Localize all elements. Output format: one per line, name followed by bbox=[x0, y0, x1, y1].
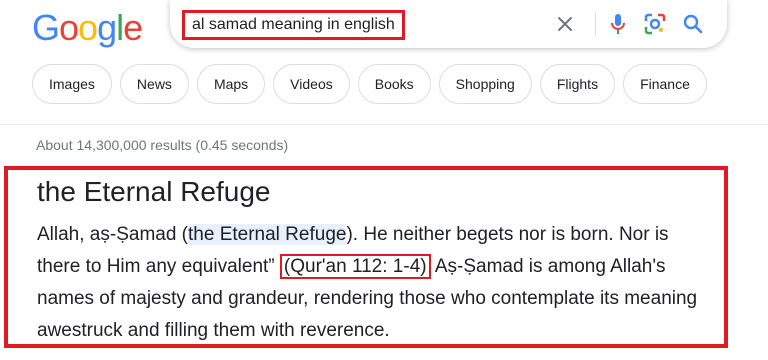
answer-text: Allah, aṣ-Ṣamad (the Eternal Refuge). He… bbox=[37, 219, 717, 347]
logo-letter: o bbox=[59, 7, 79, 48]
filter-books[interactable]: Books bbox=[357, 64, 431, 104]
google-logo[interactable]: Google bbox=[32, 7, 143, 48]
search-divider bbox=[595, 12, 596, 36]
filter-images[interactable]: Images bbox=[32, 64, 112, 104]
logo-letter: e bbox=[123, 7, 143, 48]
filter-maps[interactable]: Maps bbox=[196, 64, 266, 104]
search-box[interactable]: al samad meaning in english bbox=[170, 0, 727, 48]
filter-news[interactable]: News bbox=[119, 64, 189, 104]
result-stats: About 14,300,000 results (0.45 seconds) bbox=[36, 137, 289, 153]
filter-videos[interactable]: Videos bbox=[273, 64, 350, 104]
filter-finance[interactable]: Finance bbox=[623, 64, 707, 104]
filter-bar: Images News Maps Videos Books Shopping F… bbox=[32, 64, 707, 104]
filter-flights[interactable]: Flights bbox=[539, 64, 616, 104]
logo-letter: l bbox=[116, 7, 124, 48]
search-icon[interactable] bbox=[680, 11, 706, 37]
search-input[interactable]: al samad meaning in english bbox=[182, 10, 405, 40]
filter-shopping[interactable]: Shopping bbox=[438, 64, 532, 104]
answer-title: the Eternal Refuge bbox=[37, 176, 271, 207]
camera-lens-icon[interactable] bbox=[642, 11, 668, 37]
close-icon[interactable] bbox=[552, 11, 578, 37]
logo-letter: g bbox=[97, 7, 117, 48]
logo-letter: o bbox=[78, 7, 98, 48]
microphone-icon[interactable] bbox=[605, 11, 631, 37]
logo-letter: G bbox=[32, 7, 60, 48]
header-divider bbox=[0, 124, 768, 125]
quran-citation: (Qur'an 112: 1-4) bbox=[279, 254, 431, 279]
answer-highlight: the Eternal Refuge bbox=[188, 224, 347, 245]
answer-text-pre: Allah, aṣ-Ṣamad ( bbox=[37, 224, 189, 245]
